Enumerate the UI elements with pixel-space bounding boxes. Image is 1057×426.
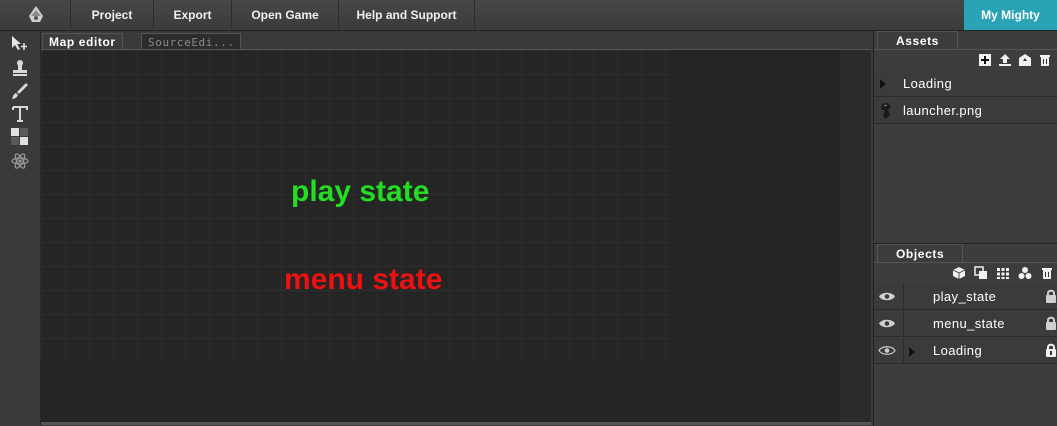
add-object-icon[interactable] <box>952 266 966 280</box>
top-menu-bar: Project Export Open Game Help and Suppor… <box>0 0 1057 31</box>
lock-icon[interactable] <box>1045 289 1057 304</box>
menu-state-label[interactable]: menu state <box>284 263 442 297</box>
text-tool-icon[interactable] <box>10 105 30 123</box>
delete-icon[interactable] <box>1038 53 1052 67</box>
object-row-menu-state[interactable]: menu_state <box>874 311 1057 337</box>
asset-item-label: launcher.png <box>903 103 983 118</box>
lock-icon[interactable] <box>1045 316 1057 331</box>
group-icon[interactable] <box>1018 266 1032 280</box>
visibility-eye-icon[interactable] <box>878 318 896 329</box>
menu-project[interactable]: Project <box>70 0 153 30</box>
delete-icon[interactable] <box>1040 266 1054 280</box>
menu-export[interactable]: Export <box>153 0 231 30</box>
app-logo-icon[interactable] <box>24 2 48 26</box>
account-button[interactable]: My Mighty <box>964 0 1057 30</box>
import-folder-icon[interactable] <box>1018 53 1032 67</box>
tab-source-editor[interactable]: SourceEdi... <box>141 33 241 50</box>
brush-icon[interactable] <box>10 82 30 100</box>
objects-panel: Objects play_state menu_state Loading <box>873 243 1057 426</box>
canvas-vertical-scrollbar[interactable] <box>840 50 871 422</box>
assets-toolbar <box>976 53 1056 69</box>
object-row-loading[interactable]: Loading <box>874 338 1057 364</box>
asset-item-loading[interactable]: Loading <box>874 71 1057 97</box>
image-file-icon <box>881 103 891 119</box>
assets-panel-title[interactable]: Assets <box>877 31 958 49</box>
object-row-play-state[interactable]: play_state <box>874 284 1057 310</box>
atom-icon[interactable] <box>10 152 30 170</box>
lock-icon[interactable] <box>1045 343 1057 358</box>
upload-icon[interactable] <box>998 53 1012 67</box>
object-label: Loading <box>933 343 983 358</box>
tab-map-editor[interactable]: Map editor <box>42 33 123 50</box>
visibility-eye-icon[interactable] <box>878 291 896 302</box>
object-label: play_state <box>933 289 997 304</box>
clone-icon[interactable] <box>974 266 988 280</box>
objects-toolbar <box>952 266 1056 282</box>
grid-icon[interactable] <box>996 266 1010 280</box>
stamp-icon[interactable] <box>10 59 30 77</box>
map-canvas[interactable]: play state menu state <box>41 50 871 422</box>
object-label: menu_state <box>933 316 1005 331</box>
asset-item-label: Loading <box>903 76 953 91</box>
expand-caret-icon[interactable] <box>880 79 886 89</box>
tile-icon[interactable] <box>10 128 30 146</box>
objects-panel-title[interactable]: Objects <box>877 244 964 262</box>
select-move-icon[interactable] <box>10 34 30 52</box>
menu-help-and-support[interactable]: Help and Support <box>338 0 475 30</box>
asset-item-launcher[interactable]: launcher.png <box>874 98 1057 124</box>
visibility-eye-icon[interactable] <box>878 345 896 356</box>
tool-strip <box>0 31 41 425</box>
add-asset-icon[interactable] <box>978 53 992 67</box>
expand-caret-icon[interactable] <box>909 347 915 357</box>
play-state-label[interactable]: play state <box>291 175 429 209</box>
assets-panel: Assets Loading launcher.png <box>873 31 1057 241</box>
menu-open-game[interactable]: Open Game <box>231 0 338 30</box>
